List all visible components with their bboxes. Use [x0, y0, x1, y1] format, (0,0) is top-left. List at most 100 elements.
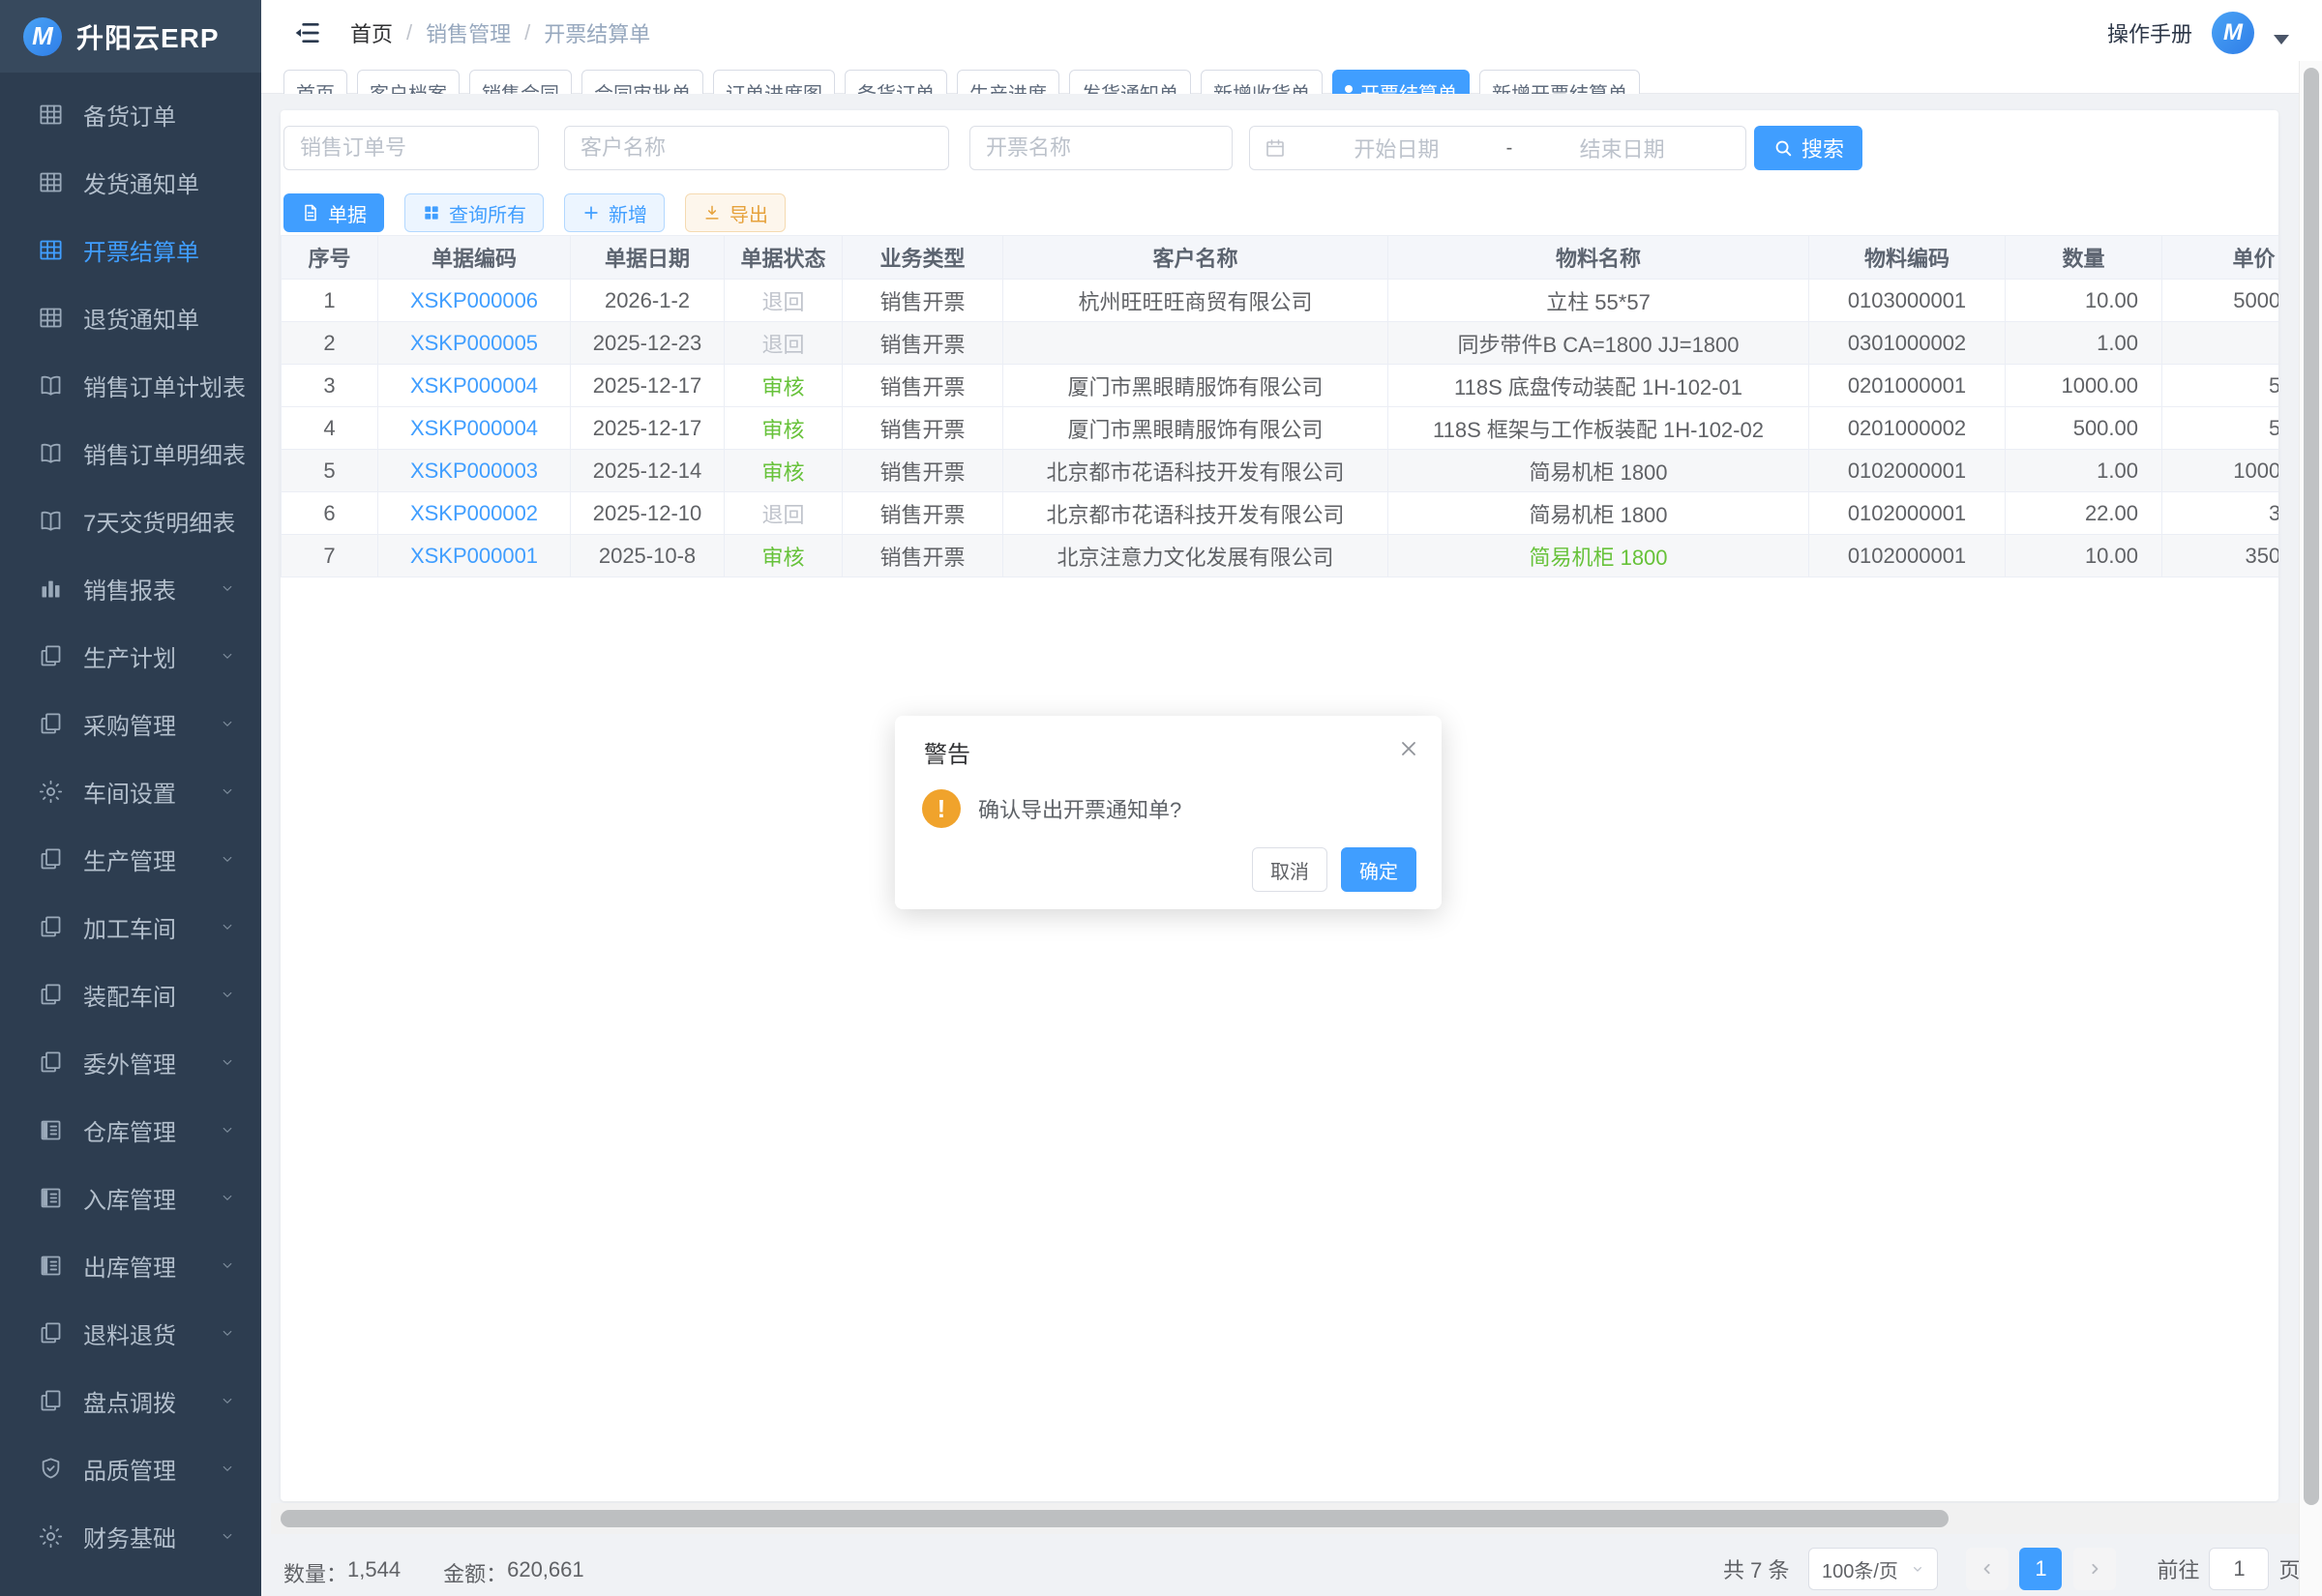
- sidebar-item-label: 财务基础: [83, 1520, 176, 1553]
- sidebar: M 升阳云ERP 备货订单发货通知单开票结算单退货通知单销售订单计划表销售订单明…: [0, 0, 261, 1596]
- sidebar-item-label: 加工车间: [83, 910, 176, 944]
- cell-doc-code[interactable]: XSKP000006: [378, 280, 571, 322]
- page-size-select[interactable]: 100条/页: [1808, 1548, 1938, 1590]
- copy-icon: [37, 642, 64, 669]
- plus-icon: [581, 203, 601, 222]
- cell-seq: 4: [282, 407, 378, 450]
- book-icon: [37, 507, 64, 534]
- cell-customer: [1003, 322, 1388, 365]
- chevron-down-icon: [219, 1527, 236, 1545]
- sidebar-item[interactable]: 销售订单计划表: [0, 351, 261, 419]
- cell-biz-type: 销售开票: [843, 450, 1003, 492]
- sidebar-item[interactable]: 车间设置: [0, 757, 261, 825]
- sidebar-item[interactable]: 采购管理: [0, 690, 261, 757]
- sidebar-item[interactable]: 生产管理: [0, 825, 261, 893]
- sidebar-item[interactable]: 财务基础: [0, 1502, 261, 1570]
- table-header-row: 序号单据编码单据日期单据状态业务类型客户名称物料名称物料编码数量单价: [282, 236, 2279, 280]
- avatar[interactable]: M: [2212, 12, 2254, 54]
- sidebar-item[interactable]: 装配车间: [0, 961, 261, 1028]
- download-icon: [702, 203, 722, 222]
- cell-seq: 5: [282, 450, 378, 492]
- vertical-scrollbar-thumb[interactable]: [2304, 68, 2319, 1505]
- sidebar-item[interactable]: 盘点调拨: [0, 1367, 261, 1434]
- sidebar-item[interactable]: 退料退货: [0, 1299, 261, 1367]
- cell-customer: 杭州旺旺旺商贸有限公司: [1003, 280, 1388, 322]
- sidebar-item[interactable]: 销售报表: [0, 554, 261, 622]
- date-end-placeholder[interactable]: 结束日期: [1512, 133, 1732, 163]
- sidebar-item[interactable]: 退货通知单: [0, 283, 261, 351]
- notebook-icon: [37, 1116, 64, 1143]
- copy-icon: [37, 981, 64, 1008]
- column-header: 单据日期: [571, 236, 725, 280]
- export-button[interactable]: 导出: [685, 193, 786, 232]
- sidebar-item-label: 盘点调拨: [83, 1384, 176, 1418]
- chevron-down-icon: [219, 783, 236, 800]
- current-page-button[interactable]: 1: [2019, 1548, 2062, 1590]
- next-page-button[interactable]: [2073, 1548, 2116, 1590]
- add-button[interactable]: 新增: [564, 193, 665, 232]
- cell-doc-code[interactable]: XSKP000004: [378, 365, 571, 407]
- invoice-name-input[interactable]: [969, 126, 1233, 170]
- cell-doc-code[interactable]: XSKP000002: [378, 492, 571, 535]
- action-bar: 单据 查询所有 新增: [283, 193, 786, 232]
- breadcrumb-sales[interactable]: 销售管理: [426, 17, 511, 48]
- date-start-placeholder[interactable]: 开始日期: [1287, 133, 1506, 163]
- cell-doc-code[interactable]: XSKP000003: [378, 450, 571, 492]
- cell-material: 118S 框架与工作板装配 1H-102-02: [1388, 407, 1809, 450]
- grid-icon: [422, 203, 441, 222]
- cell-biz-type: 销售开票: [843, 535, 1003, 577]
- sidebar-item[interactable]: 销售订单明细表: [0, 419, 261, 487]
- sidebar-item[interactable]: 入库管理: [0, 1164, 261, 1231]
- date-range-picker[interactable]: 开始日期 - 结束日期: [1249, 126, 1746, 170]
- sidebar-item[interactable]: 仓库管理: [0, 1096, 261, 1164]
- cell-doc-code[interactable]: XSKP000005: [378, 322, 571, 365]
- sidebar-item[interactable]: 开票结算单: [0, 216, 261, 283]
- horizontal-scrollbar-thumb[interactable]: [281, 1510, 1949, 1527]
- table-row: 5XSKP0000032025-12-14审核销售开票北京都市花语科技开发有限公…: [282, 450, 2279, 492]
- sidebar-item[interactable]: 品质管理: [0, 1434, 261, 1502]
- sidebar-item-label: 品质管理: [83, 1452, 176, 1486]
- cell-price: 30.00: [2162, 492, 2279, 535]
- sidebar-item-label: 退料退货: [83, 1316, 176, 1350]
- column-header: 物料编码: [1809, 236, 2006, 280]
- customer-name-input[interactable]: [564, 126, 949, 170]
- search-button[interactable]: 搜索: [1754, 126, 1862, 170]
- cell-doc-code[interactable]: XSKP000001: [378, 535, 571, 577]
- collapse-sidebar-icon[interactable]: [290, 16, 323, 49]
- sidebar-item[interactable]: 备货订单: [0, 80, 261, 148]
- chevron-down-icon: [219, 1053, 236, 1071]
- breadcrumb: 首页 / 销售管理 / 开票结算单: [350, 17, 650, 48]
- copy-icon: [37, 710, 64, 737]
- copy-icon: [37, 1319, 64, 1346]
- sidebar-item[interactable]: 出库管理: [0, 1231, 261, 1299]
- sidebar-item[interactable]: 生产计划: [0, 622, 261, 690]
- cell-qty: 1000.00: [2006, 365, 2162, 407]
- sidebar-item[interactable]: 7天交货明细表: [0, 487, 261, 554]
- order-no-input[interactable]: [283, 126, 539, 170]
- copy-icon: [37, 1049, 64, 1076]
- manual-link[interactable]: 操作手册: [2107, 17, 2192, 48]
- query-all-button[interactable]: 查询所有: [404, 193, 544, 232]
- chevron-down-icon: [219, 1392, 236, 1409]
- sidebar-item-label: 采购管理: [83, 707, 176, 741]
- cell-doc-code[interactable]: XSKP000004: [378, 407, 571, 450]
- sidebar-item[interactable]: 加工车间: [0, 893, 261, 961]
- confirm-button[interactable]: 确定: [1341, 847, 1416, 892]
- breadcrumb-home[interactable]: 首页: [350, 17, 393, 48]
- document-button[interactable]: 单据: [283, 193, 384, 232]
- cell-customer: 北京注意力文化发展有限公司: [1003, 535, 1388, 577]
- sidebar-item[interactable]: 委外管理: [0, 1028, 261, 1096]
- cancel-button[interactable]: 取消: [1252, 847, 1327, 892]
- goto-page-input[interactable]: [2209, 1548, 2269, 1590]
- summary-bar: 数量： 1,544 金额： 620,661: [283, 1557, 584, 1588]
- prev-page-button[interactable]: [1966, 1548, 2009, 1590]
- table-icon: [37, 304, 64, 331]
- sidebar-item-label: 生产管理: [83, 842, 176, 876]
- sidebar-item[interactable]: 发货通知单: [0, 148, 261, 216]
- avatar-caret-icon[interactable]: [2274, 35, 2289, 44]
- cell-price: 50000.00: [2162, 280, 2279, 322]
- column-header: 单据编码: [378, 236, 571, 280]
- cell-customer: 厦门市黑眼睛服饰有限公司: [1003, 365, 1388, 407]
- close-icon[interactable]: [1397, 737, 1420, 760]
- cell-doc-date: 2025-10-8: [571, 535, 725, 577]
